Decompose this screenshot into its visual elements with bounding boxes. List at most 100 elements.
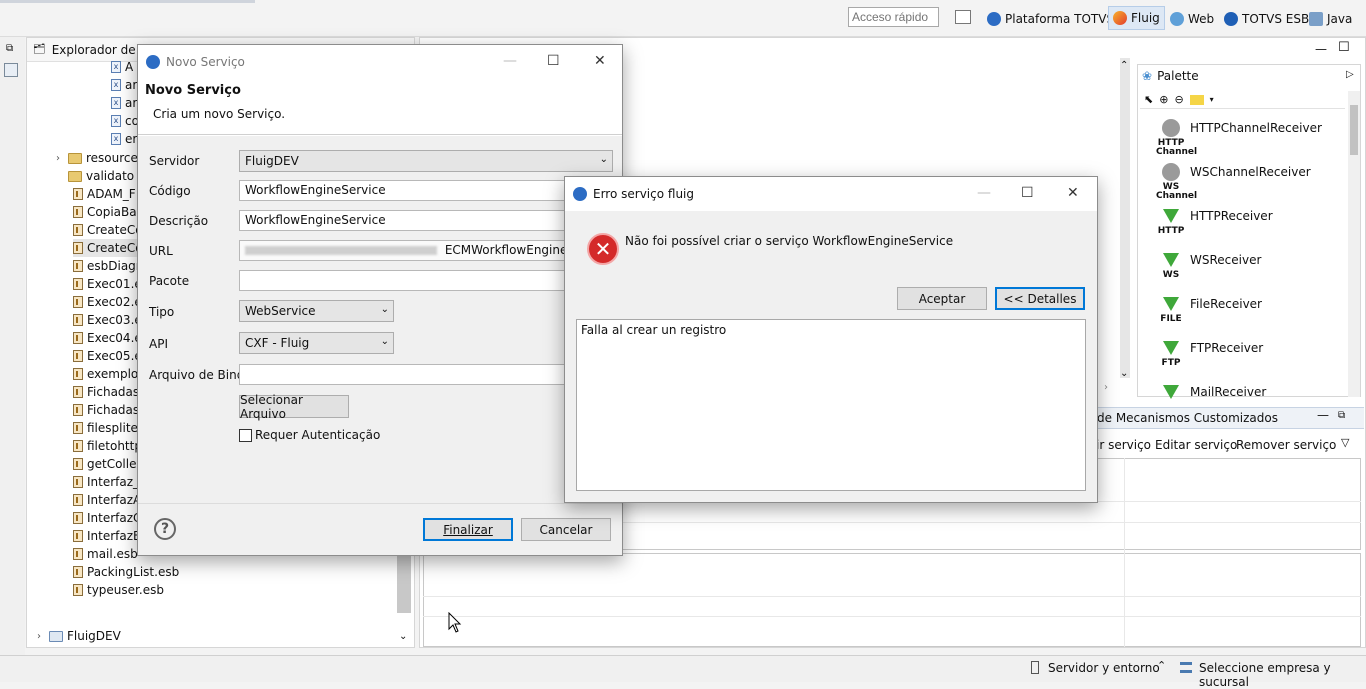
error-dialog: Erro serviço fluig — ☐ ✕ ✕ Não foi possí… bbox=[564, 176, 1098, 503]
close-icon[interactable]: ✕ bbox=[1067, 185, 1079, 201]
chevron-right-icon[interactable]: ▷ bbox=[1346, 69, 1354, 80]
tree-item[interactable]: Fichadas bbox=[73, 383, 139, 401]
company-status[interactable]: Seleccione empresa y sucursal bbox=[1199, 661, 1366, 689]
quick-access-input[interactable] bbox=[848, 7, 939, 27]
codigo-input[interactable]: WorkflowEngineService bbox=[239, 180, 579, 201]
tree-item[interactable]: InterfazC bbox=[73, 509, 141, 527]
esb-file-icon bbox=[73, 476, 83, 488]
tree-item[interactable]: mail.esb bbox=[73, 545, 138, 563]
chevron-down-icon[interactable]: ⌄ bbox=[399, 631, 407, 642]
tree-item-fluigdev[interactable]: › FluigDEV bbox=[33, 627, 121, 645]
minimize-icon[interactable]: — bbox=[977, 185, 991, 201]
add-service-action[interactable]: ir serviço bbox=[1096, 438, 1151, 452]
palette-item[interactable]: WS WSReceiver bbox=[1138, 247, 1348, 291]
tree-item[interactable]: CopiaBa bbox=[73, 203, 137, 221]
tree-item[interactable]: PackingList.esb bbox=[73, 563, 179, 581]
tree-item[interactable]: typeuser.esb bbox=[73, 581, 164, 599]
url-input[interactable]: ECMWorkflowEngineSe bbox=[239, 240, 579, 261]
tipo-select[interactable]: WebService ⌄ bbox=[239, 300, 394, 322]
tree-item-label: getCollea bbox=[87, 457, 144, 471]
tree-item[interactable]: x ar bbox=[111, 94, 137, 112]
servidor-select[interactable]: FluigDEV ⌄ bbox=[239, 150, 613, 172]
descricao-input[interactable]: WorkflowEngineService bbox=[239, 210, 579, 231]
open-perspective-icon[interactable] bbox=[955, 10, 971, 24]
green-arrow-icon: FTP bbox=[1156, 339, 1186, 375]
details-textarea[interactable]: Falla al crear un registro bbox=[576, 319, 1086, 491]
palette-scrollbar[interactable] bbox=[1348, 91, 1360, 397]
tree-item[interactable]: › resource bbox=[52, 149, 138, 167]
tree-item[interactable]: x er bbox=[111, 130, 137, 148]
palette-scrollbar-thumb[interactable] bbox=[1350, 105, 1358, 155]
palette-item-caption: WS Channel bbox=[1156, 182, 1198, 201]
edit-service-action[interactable]: Editar serviço bbox=[1155, 438, 1237, 452]
tree-item[interactable]: getCollea bbox=[73, 455, 144, 473]
server-status[interactable]: Servidor y entorno bbox=[1048, 661, 1160, 675]
chevron-down-icon[interactable]: ⌄ bbox=[1120, 368, 1128, 379]
green-arrow-icon bbox=[1156, 383, 1186, 419]
palette-item[interactable]: FILE FileReceiver bbox=[1138, 291, 1348, 335]
chevron-right-icon[interactable]: › bbox=[33, 631, 45, 642]
palette-item[interactable]: WS Channel WSChannelReceiver bbox=[1138, 159, 1348, 203]
select-tool-icon[interactable]: ⬉ bbox=[1144, 93, 1153, 106]
details-button[interactable]: << Detalles bbox=[995, 287, 1085, 310]
note-icon[interactable] bbox=[1189, 94, 1204, 105]
restore-icon[interactable]: ⧉ bbox=[6, 43, 13, 54]
tree-item[interactable]: exemplo bbox=[73, 365, 138, 383]
chevron-right-icon[interactable]: › bbox=[52, 153, 64, 164]
chevron-down-icon[interactable]: ▾ bbox=[1210, 95, 1214, 104]
palette-item[interactable]: HTTP HTTPReceiver bbox=[1138, 203, 1348, 247]
tree-item[interactable]: x ar bbox=[111, 76, 137, 94]
chevron-up-icon[interactable]: ⌃ bbox=[1157, 659, 1166, 672]
chevron-up-icon[interactable]: ⌃ bbox=[1120, 60, 1128, 71]
help-icon[interactable]: ? bbox=[154, 518, 176, 540]
tree-item[interactable]: Fichadas bbox=[73, 401, 139, 419]
view-menu-icon[interactable]: ▽ bbox=[1341, 436, 1349, 449]
esb-file-icon bbox=[73, 530, 83, 542]
java-icon bbox=[1309, 12, 1323, 26]
close-icon[interactable]: ✕ bbox=[594, 53, 606, 69]
tree-item[interactable]: filespliter bbox=[73, 419, 143, 437]
palette-tools: ⬉ ⊕ ⊖ ▾ bbox=[1140, 91, 1345, 109]
tree-item[interactable]: ADAM_F bbox=[73, 185, 136, 203]
tree-item[interactable]: validato bbox=[52, 167, 134, 185]
accept-button[interactable]: Aceptar bbox=[897, 287, 987, 310]
zoom-out-icon[interactable]: ⊖ bbox=[1174, 93, 1183, 106]
tree-item[interactable]: CreateCo bbox=[73, 239, 143, 257]
tree-item[interactable]: x co bbox=[111, 112, 139, 130]
palette-item-label: HTTPChannelReceiver bbox=[1190, 121, 1322, 135]
tree-item[interactable]: filetohttp bbox=[73, 437, 142, 455]
palette-item[interactable]: FTP FTPReceiver bbox=[1138, 335, 1348, 379]
maximize-icon[interactable]: ☐ bbox=[1021, 185, 1034, 201]
tree-item-label: InterfazC bbox=[87, 511, 142, 525]
tree-item[interactable]: esbDiagr bbox=[73, 257, 141, 275]
perspective-web[interactable]: Web bbox=[1170, 8, 1214, 30]
api-select[interactable]: CXF - Fluig ⌄ bbox=[239, 332, 394, 354]
maximize-icon[interactable]: ☐ bbox=[1338, 40, 1350, 55]
bind-input[interactable] bbox=[239, 364, 579, 385]
minimize-icon[interactable]: — bbox=[503, 53, 517, 69]
error-message: Não foi possível criar o serviço Workflo… bbox=[625, 234, 954, 248]
minimize-icon[interactable]: — bbox=[1315, 42, 1327, 56]
cancel-button[interactable]: Cancelar bbox=[521, 518, 611, 541]
select-file-button[interactable]: Selecionar Arquivo bbox=[239, 393, 349, 421]
palette-item[interactable]: MailReceiver bbox=[1138, 379, 1348, 423]
tree-item[interactable]: xA bbox=[111, 58, 133, 76]
editor-scrollbar[interactable] bbox=[1120, 58, 1130, 378]
finish-button[interactable]: Finalizar bbox=[423, 518, 513, 541]
perspective-java[interactable]: Java bbox=[1309, 8, 1352, 30]
error-titlebar: Erro serviço fluig bbox=[565, 177, 1097, 211]
tree-item[interactable]: CreateCo bbox=[73, 221, 143, 239]
perspective-totvs-esb[interactable]: TOTVS ESB bbox=[1224, 8, 1309, 30]
chevron-right-icon[interactable]: › bbox=[1104, 382, 1108, 393]
pacote-input[interactable] bbox=[239, 270, 579, 291]
maximize-icon[interactable]: ☐ bbox=[547, 53, 560, 69]
zoom-in-icon[interactable]: ⊕ bbox=[1159, 93, 1168, 106]
perspective-fluig[interactable]: Fluig bbox=[1108, 6, 1165, 30]
xml-file-icon: x bbox=[111, 61, 121, 73]
remove-service-action[interactable]: Remover serviço bbox=[1236, 438, 1336, 452]
view-icon[interactable] bbox=[4, 63, 18, 77]
perspective-plataforma-totvs[interactable]: Plataforma TOTVS bbox=[987, 8, 1114, 30]
tree-item[interactable]: InterfazA bbox=[73, 491, 141, 509]
auth-checkbox[interactable] bbox=[239, 429, 252, 442]
palette-item[interactable]: HTTP Channel HTTPChannelReceiver bbox=[1138, 115, 1348, 159]
